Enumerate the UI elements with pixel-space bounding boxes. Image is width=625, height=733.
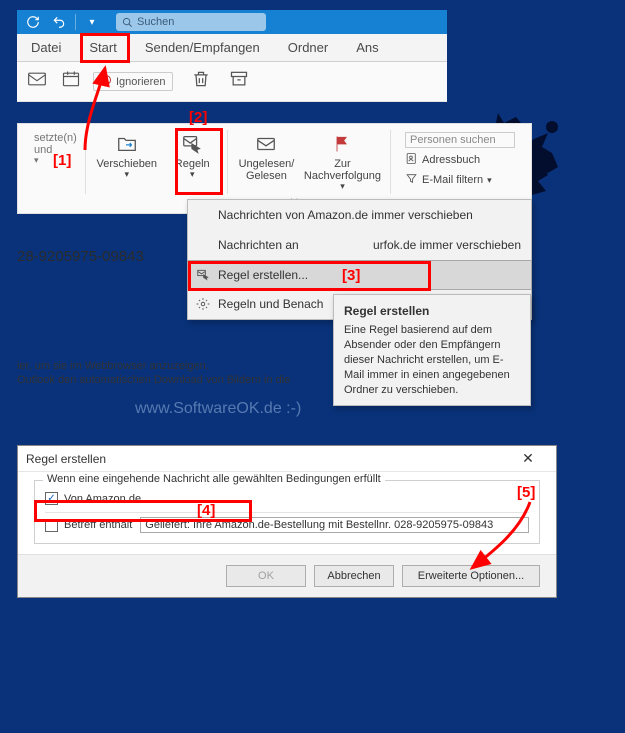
separator: [75, 14, 76, 30]
rules-icon: [181, 132, 203, 156]
filter-icon: [405, 172, 418, 188]
search-placeholder: Suchen: [137, 16, 174, 28]
close-icon[interactable]: ✕: [508, 450, 548, 467]
move-folder-icon: [116, 132, 138, 156]
order-number-fragment: 28-9205975-09843: [17, 248, 144, 265]
flag-icon: [332, 132, 352, 156]
menu-move-from-amazon[interactable]: Nachrichten von Amazon.de immer verschie…: [188, 200, 531, 230]
conditions-legend: Wenn eine eingehende Nachricht alle gewä…: [43, 473, 385, 485]
advanced-options-button[interactable]: Erweiterte Optionen...: [402, 565, 540, 587]
addressbook-button[interactable]: Adressbuch: [405, 152, 515, 168]
subject-label: Betreff enthält: [64, 519, 132, 531]
ignore-button[interactable]: Ignorieren: [93, 72, 173, 91]
mail-icon[interactable]: [25, 69, 49, 94]
create-rule-tooltip: Regel erstellen Eine Regel basierend auf…: [333, 294, 531, 406]
tab-ordner[interactable]: Ordner: [274, 34, 342, 61]
archive-icon[interactable]: [229, 69, 249, 94]
search-input[interactable]: Suchen: [116, 13, 266, 31]
checkbox-unchecked-icon: [45, 519, 58, 532]
checkbox-checked-icon: ✓: [45, 492, 58, 505]
create-rule-icon: [194, 268, 212, 282]
unread-icon: [255, 132, 277, 156]
hint-line-1: ier, um sie im Webbrowser anzuzeigen.: [17, 360, 209, 372]
ribbon-tabs: Datei Start Senden/Empfangen Ordner Ans: [17, 34, 447, 62]
rules-button[interactable]: Regeln ▾: [163, 130, 221, 194]
subject-checkbox-row[interactable]: Betreff enthält: [45, 519, 132, 532]
dialog-title: Regel erstellen: [26, 452, 106, 466]
undo-icon[interactable]: [49, 12, 69, 32]
filter-button[interactable]: E-Mail filtern ▾: [405, 172, 515, 188]
subject-value-field[interactable]: Geliefert: Ihre Amazon.de-Bestellung mit…: [140, 517, 529, 533]
search-people-group: Personen suchen Adressbuch E-Mail filter…: [397, 130, 523, 194]
unread-button[interactable]: Ungelesen/ Gelesen: [234, 130, 299, 194]
followup-label: Zur Nachverfolgung: [304, 158, 381, 182]
ignore-icon: [100, 74, 112, 89]
delete-icon[interactable]: [191, 69, 211, 94]
create-rule-dialog: Regel erstellen ✕ Wenn eine eingehende N…: [17, 445, 557, 598]
quick-access-toolbar: ▾ Suchen: [17, 10, 447, 34]
hint-line-2: Outlook den automatischen Download von B…: [17, 374, 290, 386]
from-sender-label: Von Amazon.de: [64, 493, 141, 505]
menu-create-rule[interactable]: Regel erstellen...: [187, 260, 532, 290]
from-sender-checkbox-row[interactable]: ✓ Von Amazon.de: [45, 489, 529, 508]
followup-button[interactable]: Zur Nachverfolgung ▾: [301, 130, 384, 194]
tab-start[interactable]: Start: [75, 34, 130, 61]
watermark-h2: www.SoftwareOK.de :-): [135, 400, 301, 418]
manage-rules-icon: [194, 297, 212, 311]
conditions-group: Wenn eine eingehende Nachricht alle gewä…: [34, 480, 540, 544]
tab-datei[interactable]: Datei: [17, 34, 75, 61]
ok-button[interactable]: OK: [226, 565, 306, 587]
menu-move-to[interactable]: Nachrichten an urfok.de immer verschiebe…: [188, 230, 531, 260]
cancel-button[interactable]: Abbrechen: [314, 565, 394, 587]
dropdown-icon[interactable]: ▾: [82, 12, 102, 32]
tooltip-body: Eine Regel basierend auf dem Absender od…: [344, 323, 520, 397]
tab-ansicht[interactable]: Ans: [342, 34, 392, 61]
sync-icon[interactable]: [23, 12, 43, 32]
calendar-icon[interactable]: [59, 69, 83, 94]
ignore-label: Ignorieren: [116, 76, 166, 88]
dialog-titlebar: Regel erstellen ✕: [18, 446, 556, 472]
ribbon-row-1: Ignorieren: [17, 62, 447, 102]
tooltip-title: Regel erstellen: [344, 303, 520, 319]
tab-senden[interactable]: Senden/Empfangen: [131, 34, 274, 61]
people-search-input[interactable]: Personen suchen: [405, 132, 515, 148]
move-button[interactable]: Verschieben ▾: [92, 130, 161, 194]
dialog-footer: OK Abbrechen Erweiterte Optionen...: [18, 554, 556, 597]
ribbon-left-fragment: setzte(n) und ▾: [26, 130, 79, 194]
addressbook-icon: [405, 152, 418, 168]
unread-label: Ungelesen/ Gelesen: [239, 158, 295, 182]
